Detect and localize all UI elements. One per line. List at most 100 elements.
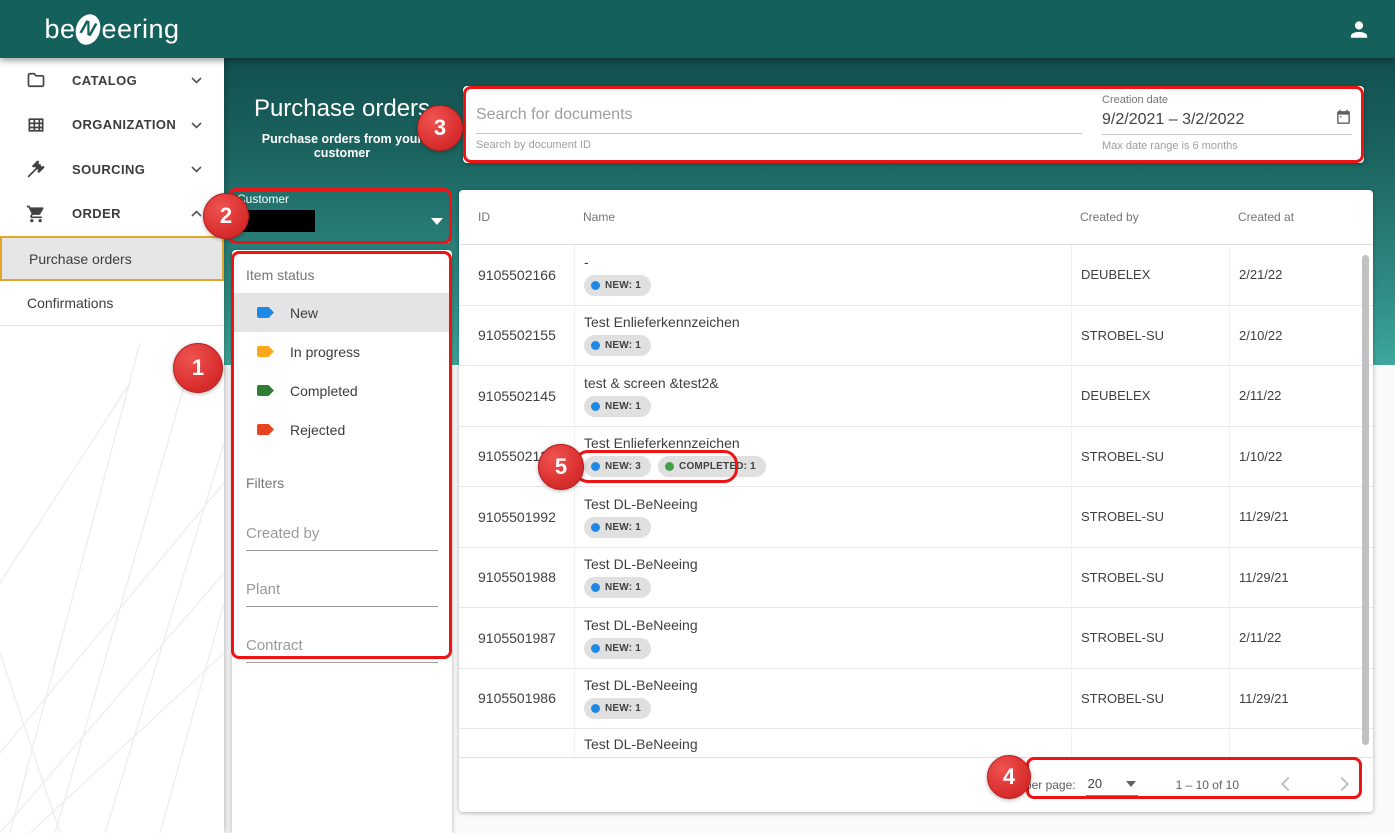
sidebar-item-order[interactable]: ORDER <box>0 192 224 237</box>
creation-date-value: 9/2/2021 – 3/2/2022 <box>1102 111 1335 129</box>
cart-icon <box>26 204 46 224</box>
page-heading: Purchase orders Purchase orders from you… <box>232 95 452 160</box>
date-range-hint: Max date range is 6 months <box>1102 140 1352 152</box>
status-chip: NEW: 1 <box>584 335 651 356</box>
contract-filter-input[interactable]: Contract <box>246 637 438 663</box>
status-tag-icon <box>257 424 274 435</box>
sidebar-item-label: SOURCING <box>72 162 191 177</box>
table-header-row: ID Name Created by Created at <box>459 190 1373 245</box>
table-row[interactable]: 9105501987 Test DL-BeNeeing NEW: 1 STROB… <box>459 608 1373 669</box>
new-dot-icon <box>591 583 600 592</box>
search-card: Search for documents Search by document … <box>463 86 1364 163</box>
logo-text-left: be <box>44 14 75 45</box>
new-dot-icon <box>591 281 600 290</box>
table-row[interactable]: 9105502130 Test Enlieferkennzeichen NEW:… <box>459 427 1373 488</box>
table-row[interactable]: 9105502145 test & screen &test2& NEW: 1 … <box>459 366 1373 427</box>
next-page-button[interactable] <box>1333 773 1355 798</box>
status-chip: COMPLETED: 1 <box>658 456 766 477</box>
creation-date-field[interactable]: Creation date 9/2/2021 – 3/2/2022 Max da… <box>1102 86 1352 163</box>
purchase-orders-table: ID Name Created by Created at 9105502166… <box>459 190 1373 812</box>
user-account-icon[interactable] <box>1345 15 1373 43</box>
new-dot-icon <box>591 402 600 411</box>
sidebar-item-purchase-orders[interactable]: Purchase orders <box>0 236 224 281</box>
customer-underline <box>237 242 449 243</box>
table-row[interactable]: 9105501992 Test DL-BeNeeing NEW: 1 STROB… <box>459 487 1373 548</box>
building-background-image <box>0 323 224 833</box>
document-search-input[interactable]: Search for documents Search by document … <box>463 86 1102 163</box>
app-header: beNeering <box>0 0 1395 58</box>
status-chip: NEW: 1 <box>584 698 651 719</box>
subnav-label: Confirmations <box>27 295 113 311</box>
table-row[interactable]: 9105501988 Test DL-BeNeeing NEW: 1 STROB… <box>459 548 1373 609</box>
new-dot-icon <box>591 644 600 653</box>
customer-label: Customer <box>237 192 449 206</box>
sidebar-item-label: ORDER <box>72 206 191 221</box>
column-header-created-at: Created at <box>1229 190 1373 244</box>
gavel-icon <box>26 159 46 179</box>
status-chip: NEW: 1 <box>584 517 651 538</box>
filter-panel: Item status New In progress Completed Re… <box>232 250 452 833</box>
new-dot-icon <box>591 523 600 532</box>
chevron-down-icon <box>191 116 202 134</box>
status-filter-in-progress[interactable]: In progress <box>232 332 452 371</box>
table-footer: Items per page: 20 1 – 10 of 10 <box>459 757 1373 812</box>
items-per-page-label: Items per page: <box>992 778 1075 792</box>
subnav-label: Purchase orders <box>29 251 132 267</box>
sidebar-item-label: CATALOG <box>72 73 191 88</box>
chevron-down-icon <box>191 160 202 178</box>
sidebar-item-sourcing[interactable]: SOURCING <box>0 147 224 192</box>
creation-date-label: Creation date <box>1102 94 1352 106</box>
new-dot-icon <box>591 704 600 713</box>
search-placeholder: Search for documents <box>476 106 1082 133</box>
folder-icon <box>26 70 46 90</box>
status-tag-icon <box>257 346 274 357</box>
table-row[interactable]: 9105502166 - NEW: 1 DEUBELEX 2/21/22 <box>459 245 1373 306</box>
plant-filter-input[interactable]: Plant <box>246 581 438 607</box>
status-chip: NEW: 1 <box>584 638 651 659</box>
beneering-logo: beNeering <box>0 14 224 45</box>
sidebar-item-catalog[interactable]: CATALOG <box>0 58 224 103</box>
status-chip: NEW: 1 <box>584 577 651 598</box>
items-per-page-select[interactable]: 20 <box>1086 774 1138 796</box>
status-filter-completed[interactable]: Completed <box>232 371 452 410</box>
sidebar-item-label: ORGANIZATION <box>72 117 191 132</box>
calendar-icon[interactable] <box>1335 109 1352 131</box>
chevron-down-icon <box>191 71 202 89</box>
status-chip: NEW: 3 <box>584 456 651 477</box>
status-tag-icon <box>257 307 274 318</box>
status-filter-new[interactable]: New <box>232 293 452 332</box>
completed-dot-icon <box>665 462 674 471</box>
customer-select[interactable]: Customer <box>237 192 449 243</box>
chevron-up-icon <box>191 205 202 223</box>
item-status-label: Item status <box>232 250 452 293</box>
status-chip: NEW: 1 <box>584 396 651 417</box>
organization-icon <box>26 115 46 135</box>
sidebar-item-organization[interactable]: ORGANIZATION <box>0 103 224 148</box>
status-chip: NEW: 1 <box>584 275 651 296</box>
search-hint: Search by document ID <box>476 139 1082 151</box>
status-filter-rejected[interactable]: Rejected <box>232 410 452 449</box>
customer-value-redacted <box>237 210 315 232</box>
status-tag-icon <box>257 385 274 396</box>
new-dot-icon <box>591 462 600 471</box>
filters-label: Filters <box>232 449 452 495</box>
logo-n-icon: N <box>72 11 104 48</box>
column-header-name: Name <box>574 190 1071 244</box>
sidebar-item-confirmations[interactable]: Confirmations <box>0 281 224 326</box>
sidebar: CATALOG ORGANIZATION SOURCING ORDER Purc… <box>0 58 224 833</box>
table-row[interactable]: 9105502155 Test Enlieferkennzeichen NEW:… <box>459 306 1373 367</box>
column-header-id: ID <box>459 210 574 224</box>
column-header-created-by: Created by <box>1071 190 1229 244</box>
table-row[interactable]: Test DL-BeNeeing <box>459 729 1373 757</box>
table-scrollbar[interactable] <box>1362 255 1369 745</box>
dropdown-caret-icon <box>1126 781 1136 787</box>
new-dot-icon <box>591 341 600 350</box>
previous-page-button[interactable] <box>1275 773 1297 798</box>
logo-text-right: eering <box>101 14 179 45</box>
created-by-filter-input[interactable]: Created by <box>246 525 438 551</box>
page-subtitle: Purchase orders from your customer <box>232 132 452 160</box>
page-title: Purchase orders <box>232 95 452 123</box>
dropdown-caret-icon <box>431 218 443 225</box>
page-range-label: 1 – 10 of 10 <box>1176 778 1239 792</box>
table-row[interactable]: 9105501986 Test DL-BeNeeing NEW: 1 STROB… <box>459 669 1373 730</box>
